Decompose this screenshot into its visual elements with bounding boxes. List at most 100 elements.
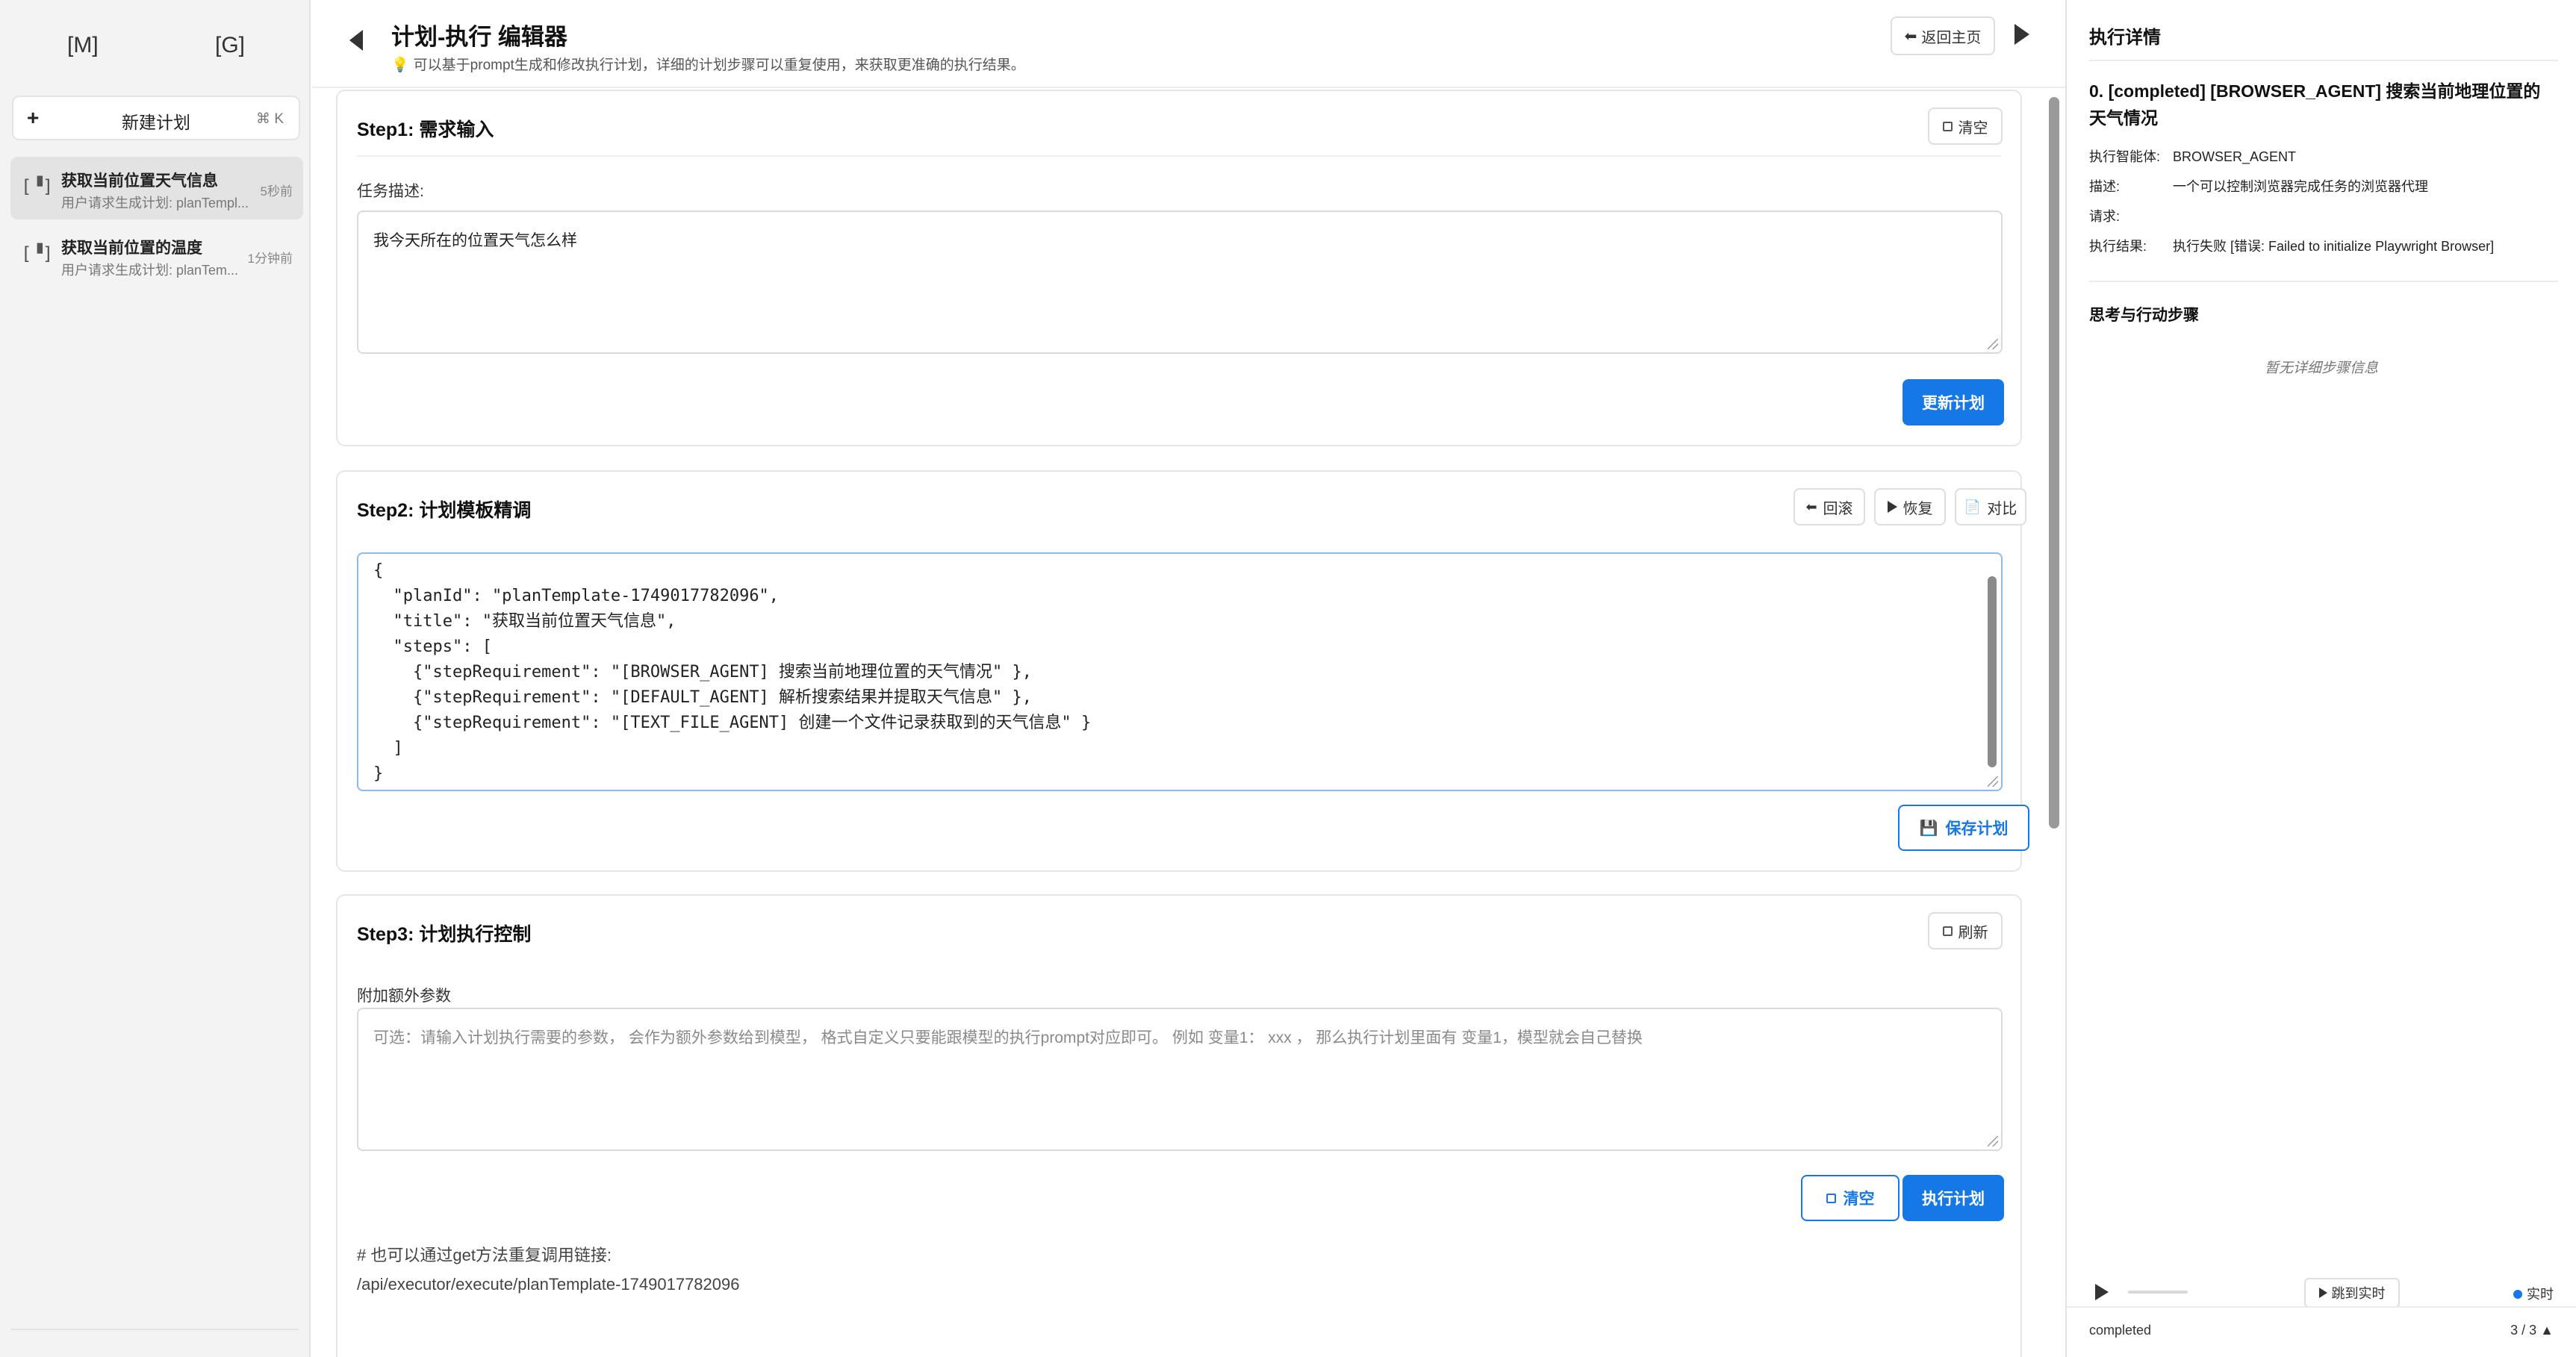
refresh-label: 刷新 — [1958, 924, 1988, 941]
execution-details-panel: 执行详情 0. [completed] [BROWSER_AGENT] 搜索当前… — [2065, 0, 2576, 1357]
detail-key: 描述: — [2089, 179, 2121, 194]
refresh-button[interactable]: 刷新 — [1928, 912, 2003, 949]
subtitle-text: 可以基于prompt生成和修改执行计划，详细的计划步骤可以重复使用，来获取更准确… — [413, 57, 1025, 73]
live-label: 实时 — [2527, 1287, 2554, 1302]
home-button[interactable]: ⬅ 返回主页 — [1891, 16, 1995, 55]
step1-clear-button[interactable]: 清空 — [1928, 107, 2003, 145]
sidebar-tab-m[interactable]: [M] — [67, 33, 99, 58]
back-arrow-icon[interactable] — [349, 30, 363, 51]
step2-card: Step2: 计划模板精调 ⬅ 回滚 恢复 📄 对比 { "planId": "… — [336, 470, 2029, 872]
panel-title: 执行详情 — [2089, 28, 2161, 48]
rollback-label: 回滚 — [1823, 500, 1853, 517]
plan-icon: [▝] — [21, 176, 54, 197]
main-editor: 计划-执行 编辑器 💡 可以基于prompt生成和修改执行计划，详细的计划步骤可以… — [312, 0, 2065, 1357]
execute-plan-button[interactable]: 执行计划 — [1903, 1175, 2004, 1221]
restore-label: 恢复 — [1903, 500, 1933, 517]
step-heading: 0. [completed] [BROWSER_AGENT] 搜索当前地理位置的… — [2089, 81, 2541, 128]
restore-button[interactable]: 恢复 — [1874, 488, 1946, 525]
detail-value: 执行失败 [错误: Failed to initialize Playwrigh… — [2173, 239, 2495, 254]
thinking-steps-title: 思考与行动步骤 — [2089, 307, 2199, 324]
save-label: 保存计划 — [1945, 820, 2009, 837]
params-label: 附加额外参数 — [357, 988, 451, 1005]
live-indicator: 实时 — [2513, 1284, 2554, 1303]
plan-json-editor[interactable]: { "planId": "planTemplate-1749017782096"… — [357, 552, 2003, 791]
divider — [2067, 1306, 2576, 1308]
jump-label: 跳到实时 — [2331, 1286, 2386, 1301]
page-subtitle: 💡 可以基于prompt生成和修改执行计划，详细的计划步骤可以重复使用，来获取更准… — [391, 54, 1025, 74]
extra-params-input[interactable]: 可选：请输入计划执行需要的参数， 会作为额外参数给到模型， 格式自定义只要能跟模… — [357, 1008, 2003, 1151]
detail-result: 执行结果: 执行失败 [错误: Failed to initialize Play… — [2089, 236, 2494, 255]
step-counter[interactable]: 3 / 3 ▲ — [2510, 1323, 2554, 1338]
square-icon — [1942, 926, 1953, 936]
step1-card: Step1: 需求输入 清空 任务描述: 我今天所在的位置天气怎么样 更新计划 — [336, 90, 2022, 446]
divider — [2089, 281, 2558, 282]
step2-title: Step2: 计划模板精调 — [357, 500, 532, 521]
plan-list-item[interactable]: [▝] 获取当前位置天气信息 用户请求生成计划: planTempl... 5秒… — [10, 157, 303, 219]
live-dot-icon — [2513, 1290, 2522, 1299]
plan-json-text: { "planId": "planTemplate-1749017782096"… — [373, 561, 1092, 783]
plan-time: 5秒前 — [260, 184, 293, 199]
play-icon — [2318, 1288, 2327, 1298]
editor-scrollbar[interactable] — [1988, 576, 1997, 767]
resize-handle[interactable] — [1988, 339, 1998, 349]
plan-subtitle: 用户请求生成计划: planTempl... — [61, 196, 249, 210]
home-button-label: 返回主页 — [1921, 29, 1982, 46]
detail-value: 一个可以控制浏览器完成任务的浏览器代理 — [2173, 179, 2428, 194]
clear-label: 清空 — [1958, 119, 1988, 137]
plan-icon: [▝] — [21, 243, 54, 264]
plan-time: 1分钟前 — [247, 252, 293, 266]
detail-key: 执行智能体: — [2089, 149, 2161, 164]
arrow-left-icon: ⬅ — [1904, 28, 1917, 45]
square-icon — [1826, 1193, 1836, 1203]
clear-params-button[interactable]: 清空 — [1801, 1175, 1900, 1221]
plan-list-item[interactable]: [▝] 获取当前位置的温度 用户请求生成计划: planTem... 1分钟前 — [10, 224, 303, 287]
jump-to-live-button[interactable]: 跳到实时 — [2304, 1278, 2400, 1308]
playback-slider[interactable] — [2128, 1291, 2188, 1294]
divider — [357, 155, 2001, 157]
arrow-left-icon: ⬅ — [1805, 499, 1817, 514]
square-icon — [1942, 121, 1953, 131]
api-link-note: # 也可以通过get方法重复调用链接: — [357, 1246, 612, 1264]
new-plan-button[interactable]: + 新建计划 ⌘ K — [12, 96, 300, 140]
task-description-value: 我今天所在的位置天气怎么样 — [373, 232, 577, 249]
sidebar-tab-g[interactable]: [G] — [215, 33, 245, 58]
save-plan-button[interactable]: 💾 保存计划 — [1898, 805, 2029, 851]
status-text: completed — [2089, 1323, 2152, 1338]
step3-title: Step3: 计划执行控制 — [357, 924, 532, 945]
play-icon[interactable] — [2015, 24, 2029, 45]
plan-title: 获取当前位置的温度 — [61, 240, 202, 257]
detail-agent: 执行智能体: BROWSER_AGENT — [2089, 146, 2296, 166]
detail-description: 描述: 一个可以控制浏览器完成任务的浏览器代理 — [2089, 176, 2428, 196]
save-icon: 💾 — [1919, 820, 1938, 837]
editor-header: 计划-执行 编辑器 💡 可以基于prompt生成和修改执行计划，详细的计划步骤可以… — [312, 0, 2065, 88]
compare-button[interactable]: 📄 对比 — [1955, 488, 2026, 525]
page-title: 计划-执行 编辑器 — [391, 24, 567, 50]
sidebar: [M] [G] + 新建计划 ⌘ K [▝] 获取当前位置天气信息 用户请求生成… — [0, 0, 311, 1357]
step3-card: Step3: 计划执行控制 刷新 附加额外参数 可选：请输入计划执行需要的参数，… — [336, 894, 2022, 1357]
extra-params-placeholder: 可选：请输入计划执行需要的参数， 会作为额外参数给到模型， 格式自定义只要能跟模… — [373, 1029, 1643, 1046]
play-icon[interactable] — [2095, 1284, 2109, 1300]
task-description-input[interactable]: 我今天所在的位置天气怎么样 — [357, 210, 2003, 354]
main-scrollbar[interactable] — [2049, 97, 2059, 829]
detail-value: BROWSER_AGENT — [2173, 149, 2297, 164]
document-icon: 📄 — [1964, 499, 1982, 514]
update-plan-button[interactable]: 更新计划 — [1903, 379, 2004, 425]
divider — [2089, 60, 2558, 61]
step1-title: Step1: 需求输入 — [357, 119, 494, 140]
resize-handle[interactable] — [1988, 1136, 1998, 1147]
sidebar-header: [M] [G] — [0, 0, 311, 93]
lightbulb-icon: 💡 — [391, 57, 409, 73]
resize-handle[interactable] — [1988, 776, 1998, 787]
empty-steps-message: 暂无详细步骤信息 — [2264, 361, 2378, 376]
rollback-button[interactable]: ⬅ 回滚 — [1793, 488, 1865, 525]
plan-title: 获取当前位置天气信息 — [61, 172, 218, 190]
sidebar-divider — [10, 1329, 299, 1330]
play-icon — [1887, 501, 1897, 513]
detail-key: 请求: — [2089, 209, 2121, 224]
task-label: 任务描述: — [357, 183, 424, 200]
shortcut-hint: ⌘ K — [256, 111, 284, 127]
plan-subtitle: 用户请求生成计划: planTem... — [61, 263, 239, 278]
detail-key: 执行结果: — [2089, 239, 2147, 254]
api-link-url[interactable]: /api/executor/execute/planTemplate-17490… — [357, 1275, 740, 1294]
detail-request: 请求: — [2089, 206, 2173, 225]
